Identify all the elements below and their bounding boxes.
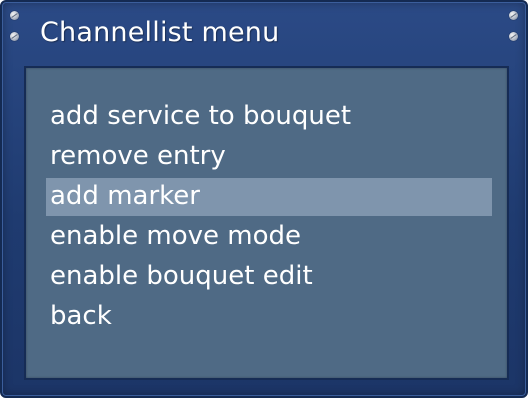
menu-item-remove-entry[interactable]: remove entry [26,136,507,176]
menu-item-label: enable bouquet edit [50,261,313,291]
menu-item-label: add service to bouquet [50,101,352,131]
screw-icon [509,32,518,41]
menu-item-back[interactable]: back [26,296,507,336]
window-title: Channellist menu [40,17,280,48]
menu-item-label: enable move mode [50,221,302,251]
menu-item-label: add marker [50,181,200,211]
screw-icon [10,11,19,20]
menu-item-label: remove entry [50,141,226,171]
title-bar: Channellist menu [2,2,526,64]
menu-item-add-marker[interactable]: add marker [26,176,507,216]
screw-icon [509,11,518,20]
menu-item-add-service-to-bouquet[interactable]: add service to bouquet [26,96,507,136]
menu-list: add service to bouquet remove entry add … [26,96,507,336]
menu-item-enable-move-mode[interactable]: enable move mode [26,216,507,256]
menu-item-label: back [50,301,112,331]
menu-item-enable-bouquet-edit[interactable]: enable bouquet edit [26,256,507,296]
channellist-menu-window: Channellist menu add service to bouquet … [0,0,528,398]
menu-list-panel: add service to bouquet remove entry add … [24,66,509,380]
screw-icon [10,32,19,41]
